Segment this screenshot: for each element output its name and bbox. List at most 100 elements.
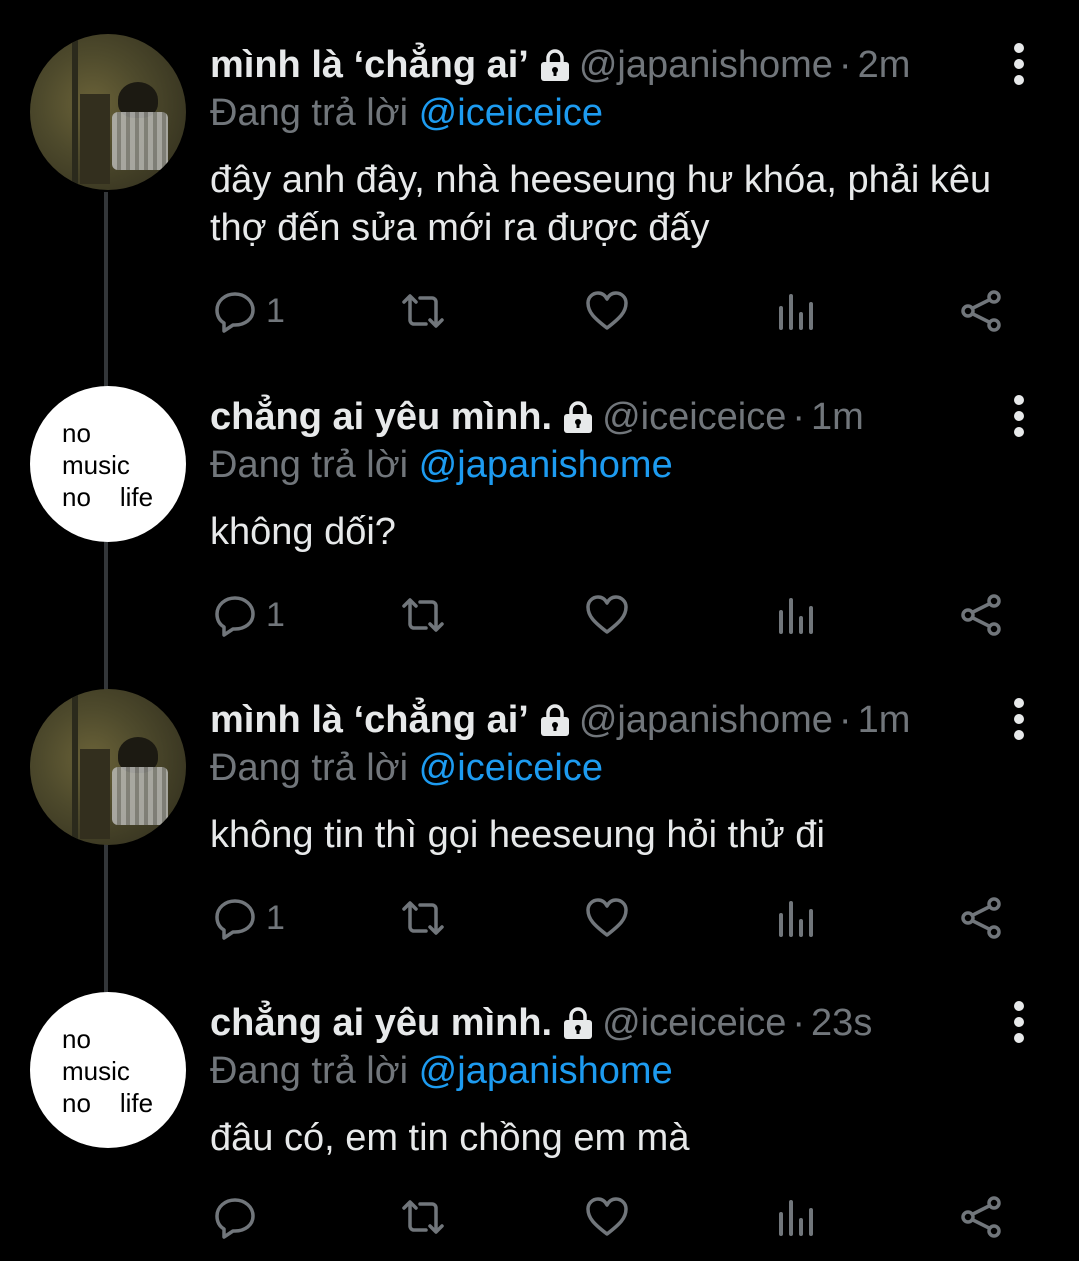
timestamp[interactable]: 1m [811,396,864,439]
separator: · [838,43,852,86]
timestamp[interactable]: 2m [858,44,911,87]
lock-icon [539,703,571,737]
tweet[interactable]: no music no life chẳng ai yêu mình. @ice… [0,958,1079,1261]
handle[interactable]: @japanishome [579,44,833,87]
reply-prefix: Đang trả lời [210,444,409,486]
reply-prefix: Đang trả lời [210,1050,409,1092]
like-button[interactable] [584,286,630,336]
share-icon [961,897,1001,939]
tweet-header: chẳng ai yêu mình. @iceiceice · 23s [210,998,872,1048]
reply-icon [215,1198,255,1239]
views-icon [779,901,813,937]
avatar-text: music [62,450,130,480]
display-name[interactable]: mình là ‘chẳng ai’ [210,44,529,87]
handle[interactable]: @iceiceice [602,396,786,439]
views-icon [779,1200,813,1236]
reply-button[interactable]: 1 [212,286,285,336]
heart-icon [586,595,628,634]
tweet-header: mình là ‘chẳng ai’ @japanishome · 1m [210,695,910,745]
reply-button[interactable]: 1 [212,590,285,640]
retweet-button[interactable] [398,286,448,336]
retweet-button[interactable] [398,590,448,640]
more-vertical-icon[interactable] [1007,42,1031,86]
reply-count: 1 [266,291,285,330]
share-button[interactable] [958,893,1004,943]
reply-icon [215,596,255,637]
more-vertical-icon[interactable] [1007,697,1031,741]
tweet-actions: 1 [0,286,1079,336]
avatar-text: music [62,1056,130,1086]
retweet-icon [402,901,444,935]
retweet-icon [402,598,444,632]
display-name[interactable]: mình là ‘chẳng ai’ [210,699,529,742]
share-icon [961,594,1001,636]
handle[interactable]: @iceiceice [602,1002,786,1045]
tweet-text: đây anh đây, nhà heeseung hư khóa, phải … [210,159,992,249]
separator: · [838,698,852,741]
views-icon [779,294,813,330]
lock-icon [539,48,571,82]
like-button[interactable] [584,590,630,640]
views-button[interactable] [773,590,819,640]
share-icon [961,290,1001,332]
reply-context: Đang trả lời @japanishome [210,1050,673,1093]
heart-icon [586,1197,628,1236]
share-icon [961,1196,1001,1238]
display-name[interactable]: chẳng ai yêu mình. [210,1002,552,1045]
reply-mention[interactable]: @japanishome [419,1050,673,1092]
retweet-icon [402,1200,444,1234]
retweet-button[interactable] [398,1192,448,1242]
reply-prefix: Đang trả lời [210,747,409,789]
reply-context: Đang trả lời @iceiceice [210,92,603,135]
reply-context: Đang trả lời @iceiceice [210,747,603,790]
avatar[interactable]: no music no life [30,992,186,1148]
timestamp[interactable]: 23s [811,1002,872,1045]
avatar[interactable]: no music no life [30,386,186,542]
reply-mention[interactable]: @iceiceice [419,92,603,134]
avatar[interactable] [30,34,186,190]
views-button[interactable] [773,893,819,943]
reply-mention[interactable]: @iceiceice [419,747,603,789]
share-button[interactable] [958,1192,1004,1242]
tweet[interactable]: no music no life chẳng ai yêu mình. @ice… [0,352,1079,655]
tweet[interactable]: mình là ‘chẳng ai’ @japanishome · 1m Đan… [0,655,1079,958]
share-button[interactable] [958,286,1004,336]
heart-icon [586,291,628,330]
tweet-header: mình là ‘chẳng ai’ @japanishome · 2m [210,40,910,90]
reply-mention[interactable]: @japanishome [419,444,673,486]
reply-button[interactable]: 1 [212,893,285,943]
retweet-icon [402,294,444,328]
tweet-actions [0,1192,1079,1242]
retweet-button[interactable] [398,893,448,943]
tweet-text: không tin thì gọi heeseung hỏi thử đi [210,814,825,856]
tweet-actions: 1 [0,893,1079,943]
lock-icon [562,1006,594,1040]
reply-prefix: Đang trả lời [210,92,409,134]
reply-count: 1 [266,595,285,634]
reply-context: Đang trả lời @japanishome [210,444,673,487]
tweet[interactable]: mình là ‘chẳng ai’ @japanishome · 2m Đan… [0,0,1079,333]
like-button[interactable] [584,1192,630,1242]
heart-icon [586,898,628,937]
views-button[interactable] [773,286,819,336]
share-button[interactable] [958,590,1004,640]
handle[interactable]: @japanishome [579,699,833,742]
more-vertical-icon[interactable] [1007,1000,1031,1044]
avatar-text: no life [62,482,154,512]
reply-count: 1 [266,898,285,937]
avatar-text: no [62,418,91,448]
like-button[interactable] [584,893,630,943]
display-name[interactable]: chẳng ai yêu mình. [210,396,552,439]
views-button[interactable] [773,1192,819,1242]
tweet-header: chẳng ai yêu mình. @iceiceice · 1m [210,392,864,442]
reply-button[interactable] [212,1192,266,1242]
avatar-text: no life [62,1088,154,1118]
more-vertical-icon[interactable] [1007,394,1031,438]
avatar[interactable] [30,689,186,845]
tweet-text: không dối? [210,511,396,553]
tweet-actions: 1 [0,590,1079,640]
views-icon [779,598,813,634]
timestamp[interactable]: 1m [858,699,911,742]
tweet-text: đâu có, em tin chồng em mà [210,1117,690,1159]
reply-icon [215,292,255,333]
